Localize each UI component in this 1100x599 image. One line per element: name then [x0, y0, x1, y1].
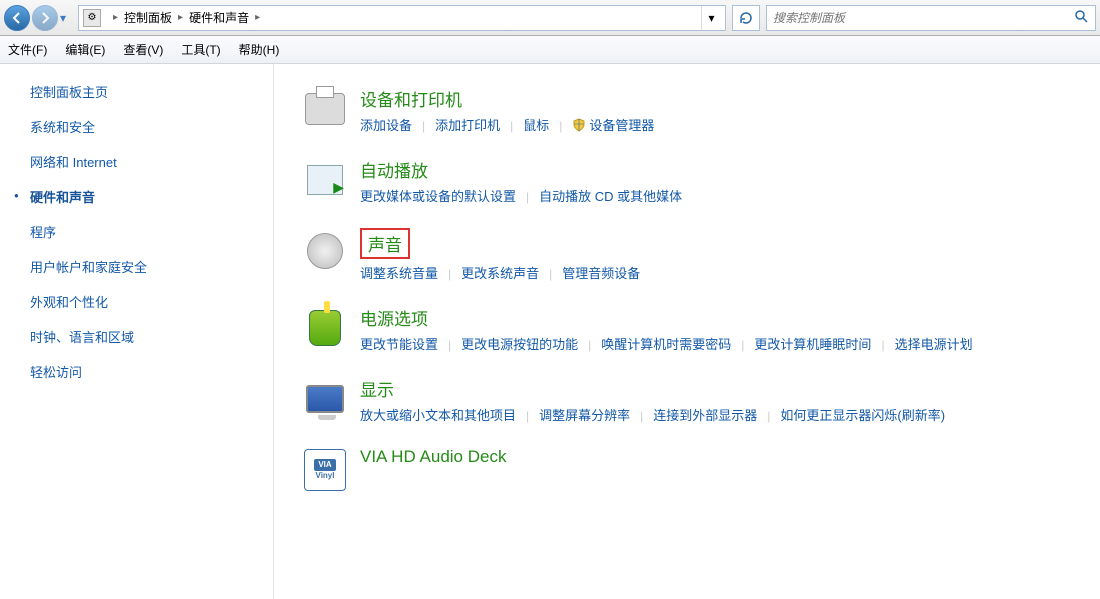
shield-icon — [572, 118, 586, 132]
link-divider: | — [881, 334, 884, 356]
sub-link[interactable]: 更改电源按钮的功能 — [461, 334, 578, 356]
history-dropdown[interactable]: ▾ — [60, 11, 74, 25]
link-divider: | — [640, 405, 643, 427]
forward-button[interactable] — [32, 5, 58, 31]
power-icon — [302, 305, 348, 351]
sub-links: 调整系统音量 | 更改系统声音 | 管理音频设备 — [360, 263, 1080, 285]
search-input[interactable] — [773, 11, 1073, 25]
address-bar: ▾ ⚙ ▸ 控制面板 ▸ 硬件和声音 ▸ ▾ — [0, 0, 1100, 36]
category-title[interactable]: 声音 — [360, 228, 410, 259]
menu-edit[interactable]: 编辑(E) — [65, 41, 105, 58]
autoplay-icon — [302, 157, 348, 203]
sidebar-item[interactable]: 硬件和声音 — [30, 187, 265, 206]
category-title[interactable]: 电源选项 — [360, 305, 428, 330]
via-icon: VIAVinyl — [302, 447, 348, 493]
sub-link[interactable]: 更改计算机睡眠时间 — [754, 334, 871, 356]
sub-link[interactable]: 调整系统音量 — [360, 263, 438, 285]
sub-link[interactable]: 调整屏幕分辨率 — [539, 405, 630, 427]
location-icon: ⚙ — [83, 9, 101, 27]
sub-link[interactable]: 如何更正显示器闪烁(刷新率) — [780, 405, 945, 427]
back-button[interactable] — [4, 5, 30, 31]
sub-link[interactable]: 放大或缩小文本和其他项目 — [360, 405, 516, 427]
sidebar-item[interactable]: 控制面板主页 — [30, 82, 265, 101]
category: 设备和打印机添加设备 | 添加打印机 | 鼠标 | 设备管理器 — [302, 86, 1080, 137]
category-title[interactable]: 自动播放 — [360, 157, 428, 182]
link-divider: | — [448, 263, 451, 285]
link-divider: | — [526, 186, 529, 208]
sub-link[interactable]: 选择电源计划 — [895, 334, 973, 356]
sound-icon — [302, 228, 348, 274]
printer-icon — [302, 86, 348, 132]
sub-links: 更改媒体或设备的默认设置 | 自动播放 CD 或其他媒体 — [360, 186, 1080, 208]
sidebar-item[interactable]: 用户帐户和家庭安全 — [30, 257, 265, 276]
sub-link[interactable]: 鼠标 — [523, 115, 549, 137]
sidebar-item[interactable]: 程序 — [30, 222, 265, 241]
content: 设备和打印机添加设备 | 添加打印机 | 鼠标 | 设备管理器自动播放更改媒体或设备的默认设… — [274, 64, 1100, 599]
breadcrumb-sep-icon: ▸ — [113, 12, 118, 23]
sub-link[interactable]: 更改媒体或设备的默认设置 — [360, 186, 516, 208]
search-box[interactable] — [766, 5, 1096, 31]
main-area: 控制面板主页系统和安全网络和 Internet 硬件和声音程序用户帐户和家庭安全外… — [0, 64, 1100, 599]
sub-link[interactable]: 自动播放 CD 或其他媒体 — [539, 186, 682, 208]
category-title[interactable]: VIA HD Audio Deck — [360, 447, 506, 467]
link-divider: | — [767, 405, 770, 427]
category: 声音调整系统音量 | 更改系统声音 | 管理音频设备 — [302, 228, 1080, 285]
sidebar-item[interactable]: 网络和 Internet — [30, 152, 265, 171]
address-field[interactable]: ⚙ ▸ 控制面板 ▸ 硬件和声音 ▸ ▾ — [78, 5, 726, 31]
category-title[interactable]: 设备和打印机 — [360, 86, 462, 111]
sidebar-item[interactable]: 轻松访问 — [30, 362, 265, 381]
sub-link[interactable]: 管理音频设备 — [562, 263, 640, 285]
sub-link[interactable]: 更改节能设置 — [360, 334, 438, 356]
sub-link[interactable]: 添加设备 — [360, 115, 412, 137]
menu-tools[interactable]: 工具(T) — [181, 41, 220, 58]
link-divider: | — [422, 115, 425, 137]
category-title[interactable]: 显示 — [360, 376, 394, 401]
sub-link[interactable]: 唤醒计算机时需要密码 — [601, 334, 731, 356]
link-divider: | — [448, 334, 451, 356]
search-icon[interactable] — [1073, 8, 1089, 27]
breadcrumb-sep-icon: ▸ — [178, 12, 183, 23]
menu-view[interactable]: 查看(V) — [123, 41, 163, 58]
link-divider: | — [526, 405, 529, 427]
refresh-button[interactable] — [732, 5, 760, 31]
menu-bar: 文件(F) 编辑(E) 查看(V) 工具(T) 帮助(H) — [0, 36, 1100, 64]
link-divider: | — [588, 334, 591, 356]
link-divider: | — [741, 334, 744, 356]
link-divider: | — [549, 263, 552, 285]
sidebar: 控制面板主页系统和安全网络和 Internet 硬件和声音程序用户帐户和家庭安全外… — [0, 64, 274, 599]
category: 显示放大或缩小文本和其他项目 | 调整屏幕分辨率 | 连接到外部显示器 | 如何更正显示器闪… — [302, 376, 1080, 427]
sub-links: 添加设备 | 添加打印机 | 鼠标 | 设备管理器 — [360, 115, 1080, 137]
menu-help[interactable]: 帮助(H) — [239, 41, 280, 58]
link-divider: | — [559, 115, 562, 137]
breadcrumb-item[interactable]: 控制面板 — [124, 9, 172, 26]
link-divider: | — [510, 115, 513, 137]
category: VIAVinyl VIA HD Audio Deck — [302, 447, 1080, 493]
sub-link[interactable]: 添加打印机 — [435, 115, 500, 137]
breadcrumb-item[interactable]: 硬件和声音 — [189, 9, 249, 26]
sub-link[interactable]: 设备管理器 — [572, 115, 654, 137]
address-dropdown[interactable]: ▾ — [701, 6, 721, 30]
sub-link[interactable]: 更改系统声音 — [461, 263, 539, 285]
display-icon — [302, 376, 348, 422]
breadcrumb-sep-icon: ▸ — [255, 12, 260, 23]
sub-links: 放大或缩小文本和其他项目 | 调整屏幕分辨率 | 连接到外部显示器 | 如何更正显示器闪烁(… — [360, 405, 1080, 427]
sub-links: 更改节能设置 | 更改电源按钮的功能 | 唤醒计算机时需要密码 | 更改计算机睡眠时间 | 选择… — [360, 334, 1080, 356]
sub-link[interactable]: 连接到外部显示器 — [653, 405, 757, 427]
sidebar-item[interactable]: 系统和安全 — [30, 117, 265, 136]
sidebar-item[interactable]: 外观和个性化 — [30, 292, 265, 311]
category: 自动播放更改媒体或设备的默认设置 | 自动播放 CD 或其他媒体 — [302, 157, 1080, 208]
menu-file[interactable]: 文件(F) — [8, 41, 47, 58]
sidebar-item[interactable]: 时钟、语言和区域 — [30, 327, 265, 346]
category: 电源选项更改节能设置 | 更改电源按钮的功能 | 唤醒计算机时需要密码 | 更改计算机睡眠时… — [302, 305, 1080, 356]
